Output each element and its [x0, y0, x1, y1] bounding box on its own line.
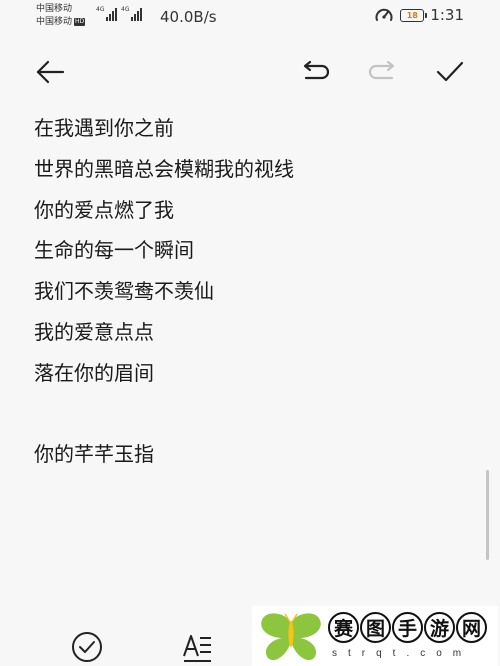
- note-line: 落在你的眉间: [34, 360, 154, 385]
- back-button[interactable]: [32, 54, 68, 90]
- signal-1-tag: 4G: [96, 6, 105, 13]
- text-format-icon: [183, 635, 211, 662]
- note-text-area[interactable]: 在我遇到你之前 世界的黑暗总会模糊我的视线 你的爱点燃了我 生命的每一个瞬间 我…: [34, 108, 474, 475]
- watermark-domain: strqt.com: [332, 648, 473, 659]
- undo-icon: [303, 60, 330, 80]
- status-bar: 中国移动 中国移动 HD 4G 4G 40.0B/s 18 1:31: [0, 0, 500, 34]
- signal-indicators: 4G 4G: [96, 6, 142, 21]
- note-line: 生命的每一个瞬间: [34, 238, 194, 263]
- network-speed: 40.0B/s: [160, 8, 217, 26]
- battery-level: 18: [406, 10, 418, 20]
- status-right-group: 18 1:31: [374, 6, 464, 24]
- note-line: 你的芊芊玉指: [34, 442, 154, 467]
- speedometer-icon: [375, 8, 393, 21]
- hd-badge: HD: [74, 18, 86, 26]
- note-line: 在我遇到你之前: [34, 116, 174, 140]
- battery-icon: 18: [400, 8, 428, 22]
- carrier-2-label: 中国移动: [36, 17, 73, 27]
- check-circle-icon: [72, 632, 102, 662]
- undo-button[interactable]: [298, 54, 334, 90]
- redo-button[interactable]: [364, 54, 400, 90]
- watermark-char: 图: [360, 612, 391, 643]
- signal-2-tag: 4G: [121, 6, 130, 13]
- watermark-char: 网: [456, 612, 487, 643]
- carrier-1-label: 中国移动: [36, 4, 73, 14]
- watermark-char: 手: [392, 612, 423, 643]
- carrier-info: 中国移动 中国移动 HD: [36, 3, 86, 29]
- signal-2-icon: 4G: [121, 6, 142, 21]
- watermark-char: 游: [424, 612, 455, 643]
- note-line: 我们不羡鸳鸯不羡仙: [34, 279, 214, 304]
- butterfly-logo-icon: [261, 613, 321, 661]
- watermark-char: 赛: [328, 612, 359, 643]
- carrier-2-row: 中国移动 HD: [36, 16, 86, 29]
- note-editor-screen: 中国移动 中国移动 HD 4G 4G 40.0B/s 18 1:31 在我遇到你…: [0, 0, 500, 666]
- clock: 1:31: [430, 6, 464, 24]
- text-format-button[interactable]: [180, 630, 214, 664]
- check-icon: [436, 61, 464, 82]
- note-line: 我的爱意点点: [34, 319, 154, 344]
- editor-toolbar: [0, 52, 500, 92]
- redo-icon: [368, 60, 395, 80]
- checklist-button[interactable]: [70, 630, 104, 664]
- watermark-title: 赛 图 手 游 网: [328, 612, 487, 643]
- arrow-left-icon: [36, 60, 65, 84]
- note-line: 世界的黑暗总会模糊我的视线: [34, 156, 294, 181]
- scrollbar[interactable]: [486, 470, 489, 560]
- signal-1-icon: 4G: [96, 6, 117, 21]
- note-line-empty: [34, 394, 474, 435]
- done-button[interactable]: [432, 54, 468, 90]
- note-line: 你的爱点燃了我: [34, 197, 174, 222]
- watermark: 赛 图 手 游 网 strqt.com: [252, 606, 498, 666]
